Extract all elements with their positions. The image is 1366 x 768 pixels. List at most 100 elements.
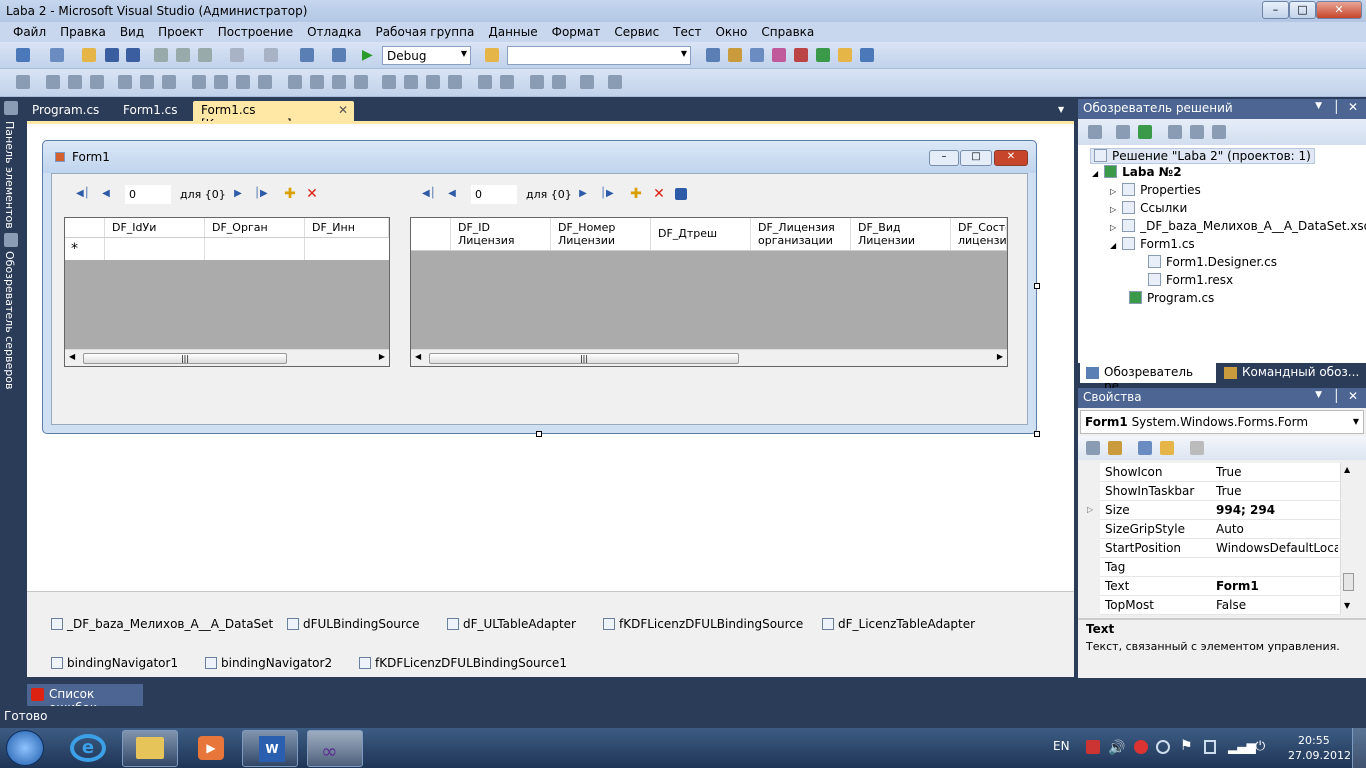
move-previous-icon[interactable]: ◀ (446, 188, 458, 200)
add-item-icon[interactable] (50, 48, 64, 62)
make-same-size-icon[interactable] (258, 75, 272, 89)
tab-team-explorer[interactable]: Командный обоз... (1220, 363, 1364, 383)
scroll-left-icon[interactable]: ◀ (415, 352, 421, 361)
save-icon[interactable] (105, 48, 119, 62)
move-last-icon[interactable]: │▶ (254, 188, 268, 200)
redo-icon[interactable] (264, 48, 278, 62)
column-header[interactable]: DF_Номер Лицензии (551, 218, 651, 250)
position-input-1[interactable] (125, 185, 171, 204)
menu-file[interactable]: Файл (6, 25, 53, 39)
expand-arrow-icon[interactable]: ◢ (1110, 241, 1116, 250)
taskbar-visual-studio[interactable]: ∞ (307, 730, 363, 767)
tab-solution-explorer[interactable]: Обозреватель ре... (1080, 363, 1216, 393)
internet-explorer-icon[interactable]: e (70, 734, 106, 762)
collapse-arrow-icon[interactable]: ▷ (1110, 205, 1116, 214)
menu-help[interactable]: Справка (754, 25, 821, 39)
column-header[interactable]: DF_Орган (205, 218, 305, 237)
move-first-icon[interactable]: ◀│ (76, 188, 90, 200)
properties-vscrollbar[interactable]: ▲ ▼ (1340, 463, 1356, 615)
clock-date[interactable]: 27.09.2012 (1288, 749, 1351, 762)
tab-order-icon[interactable] (580, 75, 594, 89)
increase-spacing-icon[interactable] (310, 75, 324, 89)
delete-icon[interactable]: ✕ (306, 187, 318, 201)
menu-window[interactable]: Окно (708, 25, 754, 39)
start-debug-icon[interactable]: ▶ (362, 47, 373, 63)
solution-explorer-icon[interactable] (706, 48, 720, 62)
column-header[interactable]: DF_Инн (305, 218, 389, 237)
expand-arrow-icon[interactable]: ▷ (1087, 505, 1093, 514)
expand-arrow-icon[interactable]: ◢ (1092, 169, 1098, 178)
form-preview[interactable]: Form1 – □ ✕ ◀│ ◀ для {0} ▶ │▶ ✚ ✕ ◀│ ◀ д… (42, 140, 1037, 434)
align-rights-icon[interactable] (90, 75, 104, 89)
taskbar-word[interactable]: W (242, 730, 298, 767)
taskbar-media-player[interactable]: ▶ (182, 730, 238, 767)
copy-icon[interactable] (176, 48, 190, 62)
scroll-left-icon[interactable]: ◀ (69, 352, 75, 361)
column-header[interactable]: DF_IdУи (105, 218, 205, 237)
view-designer-icon[interactable] (1190, 125, 1204, 139)
start-page-icon[interactable] (838, 48, 852, 62)
paste-icon[interactable] (198, 48, 212, 62)
server-explorer-tab[interactable]: Обозреватель серверов (3, 251, 16, 389)
grid-2-hscrollbar[interactable]: ◀ ||| ▶ (411, 349, 1007, 366)
property-row[interactable]: ShowInTaskbar True (1100, 482, 1340, 501)
align-to-grid-icon[interactable] (16, 75, 30, 89)
add-new-icon[interactable]: ✚ (284, 187, 296, 201)
object-selector[interactable]: Form1 System.Windows.Forms.Form ▼ (1080, 410, 1364, 434)
collapse-arrow-icon[interactable]: ▷ (1110, 223, 1116, 232)
tab-program-cs[interactable]: Program.cs (24, 101, 107, 121)
pin-icon[interactable]: │ (1333, 389, 1340, 403)
menu-project[interactable]: Проект (151, 25, 211, 39)
tree-references[interactable]: ▷ Ссылки (1110, 201, 1187, 215)
center-vertically-icon[interactable] (500, 75, 514, 89)
find-in-files-icon[interactable] (485, 48, 499, 62)
minimize-button[interactable]: – (1262, 1, 1289, 19)
add-new-icon[interactable]: ✚ (630, 187, 642, 201)
language-indicator[interactable]: EN (1053, 739, 1070, 753)
column-header[interactable]: DF_Состо лицензии (951, 218, 1007, 250)
categorized-icon[interactable] (1086, 441, 1100, 455)
panel-menu-icon[interactable]: ▼ (1315, 101, 1322, 111)
action-center-icon[interactable]: ⚑ (1180, 738, 1193, 754)
bring-to-front-icon[interactable] (530, 75, 544, 89)
tools-icon[interactable] (794, 48, 808, 62)
scroll-right-icon[interactable]: ▶ (379, 352, 385, 361)
make-same-height-icon[interactable] (236, 75, 250, 89)
tray-antivirus-icon[interactable] (1134, 740, 1148, 754)
column-header[interactable]: DF_ID Лицензия (451, 218, 551, 250)
menu-team[interactable]: Рабочая группа (368, 25, 481, 39)
move-first-icon[interactable]: ◀│ (422, 188, 436, 200)
align-tops-icon[interactable] (118, 75, 132, 89)
menu-debug[interactable]: Отладка (300, 25, 368, 39)
tray-app-icon[interactable] (1086, 740, 1100, 754)
table-cell[interactable] (205, 238, 305, 260)
command-window-icon[interactable] (860, 48, 874, 62)
new-row[interactable]: * (65, 238, 389, 260)
show-all-files-icon[interactable] (1116, 125, 1130, 139)
tray-item-fk-binding-source[interactable]: fKDFLicenzDFULBindingSource (603, 617, 803, 631)
decrease-vspacing-icon[interactable] (426, 75, 440, 89)
scroll-thumb[interactable]: ||| (429, 353, 739, 364)
tree-project[interactable]: ◢ Laba №2 (1092, 165, 1182, 179)
move-next-icon[interactable]: ▶ (577, 188, 589, 200)
tree-dataset[interactable]: ▷ _DF_baza_Мелихов_А__А_DataSet.xsd (1110, 219, 1366, 233)
column-header[interactable]: DF_Вид Лицензии (851, 218, 951, 250)
resize-handle-corner[interactable] (1034, 431, 1040, 437)
pin-icon[interactable]: │ (1333, 100, 1340, 114)
move-next-icon[interactable]: ▶ (232, 188, 244, 200)
start-button[interactable] (6, 730, 44, 766)
navigate-forward-icon[interactable] (332, 48, 346, 62)
tab-list-dropdown-icon[interactable]: ▼ (1058, 105, 1064, 114)
align-centers-icon[interactable] (68, 75, 82, 89)
scroll-thumb[interactable] (1343, 573, 1354, 591)
resize-handle-right[interactable] (1034, 283, 1040, 289)
menu-build[interactable]: Построение (211, 25, 300, 39)
send-to-back-icon[interactable] (552, 75, 566, 89)
undo-icon[interactable] (230, 48, 244, 62)
close-button[interactable]: ✕ (1316, 1, 1362, 19)
align-middles-icon[interactable] (140, 75, 154, 89)
align-lefts-icon[interactable] (46, 75, 60, 89)
move-previous-icon[interactable]: ◀ (100, 188, 112, 200)
tray-item-fk-binding-source-1[interactable]: fKDFLicenzDFULBindingSource1 (359, 656, 567, 670)
table-cell[interactable] (105, 238, 205, 260)
